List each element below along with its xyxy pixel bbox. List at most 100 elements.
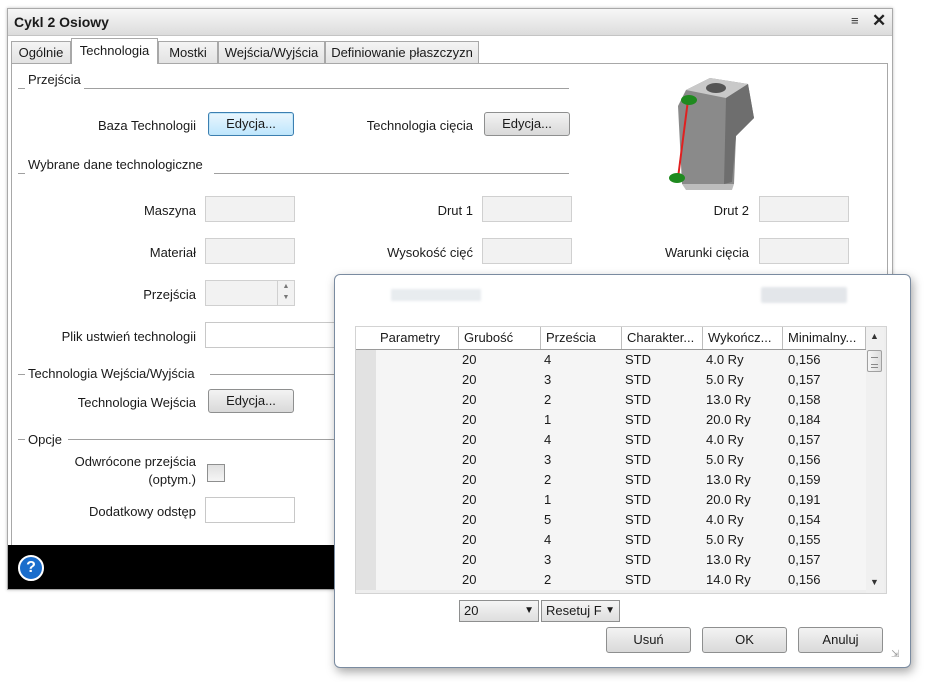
table-cell: 0,191: [788, 492, 821, 507]
plik-label: Plik ustwień technologii: [61, 329, 196, 344]
row-header[interactable]: [356, 470, 376, 490]
table-row[interactable]: 20 2 STD 13.0 Ry 0,159: [356, 470, 866, 490]
title-bar: Cykl 2 Osiowy ≡ ✕: [8, 9, 892, 36]
tab-mostki[interactable]: Mostki: [158, 41, 218, 63]
table-cell: 0,156: [788, 572, 821, 587]
table-cell: 13.0 Ry: [706, 472, 751, 487]
tab-technologia[interactable]: Technologia: [71, 38, 158, 64]
row-header[interactable]: [356, 390, 376, 410]
warunki-field[interactable]: [759, 238, 849, 264]
header-charakter[interactable]: Charakter...: [622, 327, 703, 349]
help-icon[interactable]: ?: [18, 555, 44, 581]
wysokosc-label: Wysokość cięć: [387, 245, 473, 260]
popup-header: [341, 279, 902, 311]
wysokosc-field[interactable]: [482, 238, 572, 264]
odstep-field[interactable]: [205, 497, 295, 523]
group-line: [18, 374, 25, 375]
table-row[interactable]: 20 4 STD 4.0 Ry 0,157: [356, 430, 866, 450]
header-wykonczenie[interactable]: Wykończ...: [703, 327, 783, 349]
header-grubosc[interactable]: Grubość: [459, 327, 541, 349]
drut1-field[interactable]: [482, 196, 572, 222]
thickness-select[interactable]: 20 ▼: [459, 600, 539, 622]
row-header[interactable]: [356, 350, 376, 370]
wejscia-edit-button[interactable]: Edycja...: [208, 389, 294, 413]
table-cell: 0,158: [788, 392, 821, 407]
maszyna-field[interactable]: [205, 196, 295, 222]
table-cell: 20: [462, 512, 477, 527]
header-przescia[interactable]: Prześcia: [541, 327, 622, 349]
table-row[interactable]: 20 4 STD 4.0 Ry 0,156: [356, 350, 866, 370]
table-cell: 4.0 Ry: [706, 512, 744, 527]
cancel-button[interactable]: Anuluj: [798, 627, 883, 653]
row-header[interactable]: [356, 430, 376, 450]
drut2-label: Drut 2: [713, 203, 749, 218]
row-header[interactable]: [356, 370, 376, 390]
drut2-field[interactable]: [759, 196, 849, 222]
table-cell: 4: [544, 352, 552, 367]
row-header[interactable]: [356, 490, 376, 510]
table-cell: 3: [544, 372, 552, 387]
menu-icon[interactable]: ≡: [851, 13, 859, 28]
header-parametry[interactable]: Parametry: [356, 327, 459, 349]
resize-grip-icon[interactable]: ⇲: [891, 649, 899, 660]
table-cell: STD: [625, 492, 651, 507]
reset-select[interactable]: Resetuj F ▼: [541, 600, 620, 622]
grid-scrollbar[interactable]: ▲ ▼: [866, 327, 884, 593]
technology-grid[interactable]: Parametry Grubość Prześcia Charakter... …: [355, 326, 887, 594]
table-row[interactable]: 20 1 STD 20.0 Ry 0,184: [356, 410, 866, 430]
table-row[interactable]: 20 2 STD 14.0 Ry 0,156: [356, 570, 866, 590]
row-header[interactable]: [356, 550, 376, 570]
row-header[interactable]: [356, 410, 376, 430]
delete-button[interactable]: Usuń: [606, 627, 691, 653]
group-line: [84, 88, 569, 89]
table-row[interactable]: 20 3 STD 5.0 Ry 0,157: [356, 370, 866, 390]
table-cell: 0,159: [788, 472, 821, 487]
przejscia-stepper[interactable]: ▲ ▼: [205, 280, 295, 306]
table-row[interactable]: 20 2 STD 13.0 Ry 0,158: [356, 390, 866, 410]
table-row[interactable]: 20 1 STD 20.0 Ry 0,191: [356, 490, 866, 510]
group-przejscia: Przejścia: [28, 72, 81, 87]
material-label: Materiał: [149, 245, 196, 260]
scroll-up-icon[interactable]: ▲: [870, 331, 879, 341]
scroll-thumb[interactable]: [867, 350, 882, 372]
odwrocone-checkbox[interactable]: [207, 464, 225, 482]
ciecia-edit-button[interactable]: Edycja...: [484, 112, 570, 136]
table-cell: 4.0 Ry: [706, 432, 744, 447]
header-minimalny[interactable]: Minimalny...: [783, 327, 866, 349]
row-header[interactable]: [356, 570, 376, 590]
row-header[interactable]: [356, 450, 376, 470]
stepper-arrows-icon[interactable]: ▲ ▼: [277, 281, 294, 305]
baza-edit-button[interactable]: Edycja...: [208, 112, 294, 136]
ok-button[interactable]: OK: [702, 627, 787, 653]
table-cell: 4.0 Ry: [706, 352, 744, 367]
row-header[interactable]: [356, 510, 376, 530]
table-cell: 20: [462, 492, 477, 507]
odwrocone-label: Odwrócone przejścia: [74, 454, 196, 469]
table-row[interactable]: 20 5 STD 4.0 Ry 0,154: [356, 510, 866, 530]
material-field[interactable]: [205, 238, 295, 264]
tab-definiowanie[interactable]: Definiowanie płaszczyzn: [325, 41, 479, 63]
table-cell: 0,155: [788, 532, 821, 547]
table-cell: 0,157: [788, 432, 821, 447]
table-cell: 0,156: [788, 452, 821, 467]
close-icon[interactable]: ✕: [872, 11, 886, 31]
table-row[interactable]: 20 3 STD 5.0 Ry 0,156: [356, 450, 866, 470]
table-cell: 0,157: [788, 552, 821, 567]
blurred-header-button: [761, 287, 847, 303]
table-cell: 4: [544, 532, 552, 547]
table-cell: 5.0 Ry: [706, 452, 744, 467]
reset-select-value: Resetuj F: [546, 603, 602, 618]
table-cell: STD: [625, 372, 651, 387]
scroll-down-icon[interactable]: ▼: [870, 577, 879, 587]
table-row[interactable]: 20 3 STD 13.0 Ry 0,157: [356, 550, 866, 570]
table-row[interactable]: 20 4 STD 5.0 Ry 0,155: [356, 530, 866, 550]
group-line: [18, 88, 25, 89]
plik-field[interactable]: [205, 322, 355, 348]
row-header[interactable]: [356, 530, 376, 550]
table-cell: 3: [544, 452, 552, 467]
table-cell: STD: [625, 412, 651, 427]
tab-wejscia-wyjscia[interactable]: Wejścia/Wyjścia: [218, 41, 325, 63]
table-cell: 20: [462, 412, 477, 427]
table-cell: 20: [462, 352, 477, 367]
tab-ogolnie[interactable]: Ogólnie: [11, 41, 71, 63]
